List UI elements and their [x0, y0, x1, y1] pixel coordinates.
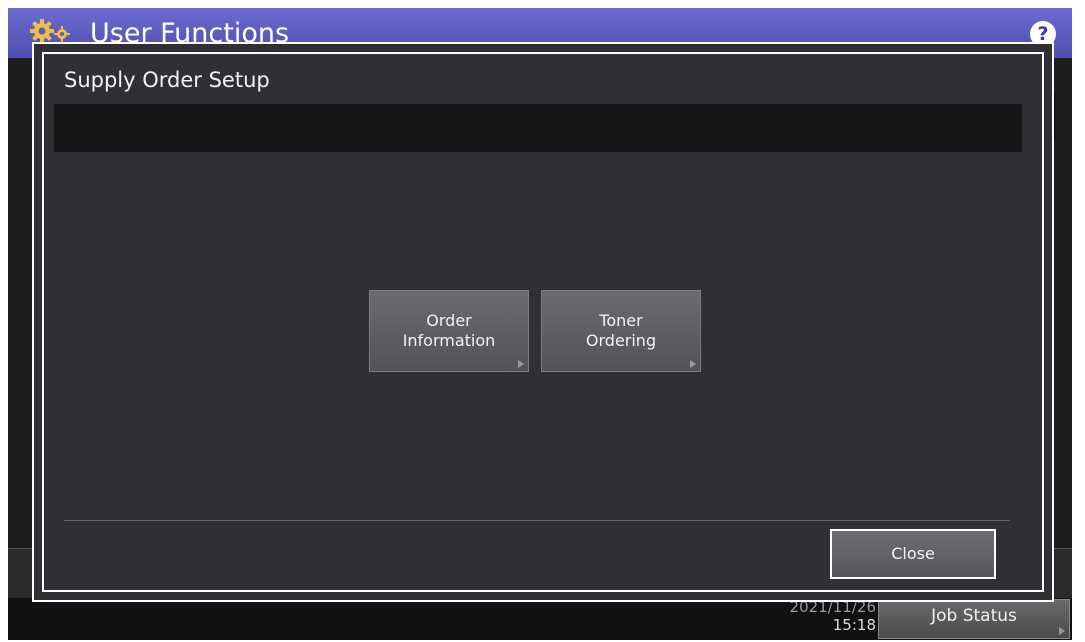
arrow-right-icon — [518, 360, 524, 368]
app-footer: 2021/11/26 15:18 Job Status — [8, 598, 1072, 640]
close-button[interactable]: Close — [830, 529, 996, 579]
order-information-button[interactable]: Order Information — [369, 290, 529, 372]
toner-ordering-button[interactable]: Toner Ordering — [541, 290, 701, 372]
arrow-right-icon — [690, 360, 696, 368]
dialog-panel: Supply Order Setup Order Information Ton… — [42, 52, 1044, 592]
job-status-button[interactable]: Job Status — [878, 599, 1070, 639]
supply-order-dialog: Supply Order Setup Order Information Ton… — [32, 42, 1054, 602]
arrow-right-icon — [1059, 627, 1065, 635]
time-text: 15:18 — [832, 616, 876, 634]
order-information-label: Order Information — [402, 311, 496, 350]
dialog-message-band — [54, 104, 1022, 152]
job-status-label: Job Status — [931, 606, 1017, 626]
dialog-title: Supply Order Setup — [64, 68, 270, 92]
datetime: 2021/11/26 15:18 — [716, 598, 876, 640]
toner-ordering-label: Toner Ordering — [585, 311, 657, 350]
divider — [64, 520, 1010, 521]
